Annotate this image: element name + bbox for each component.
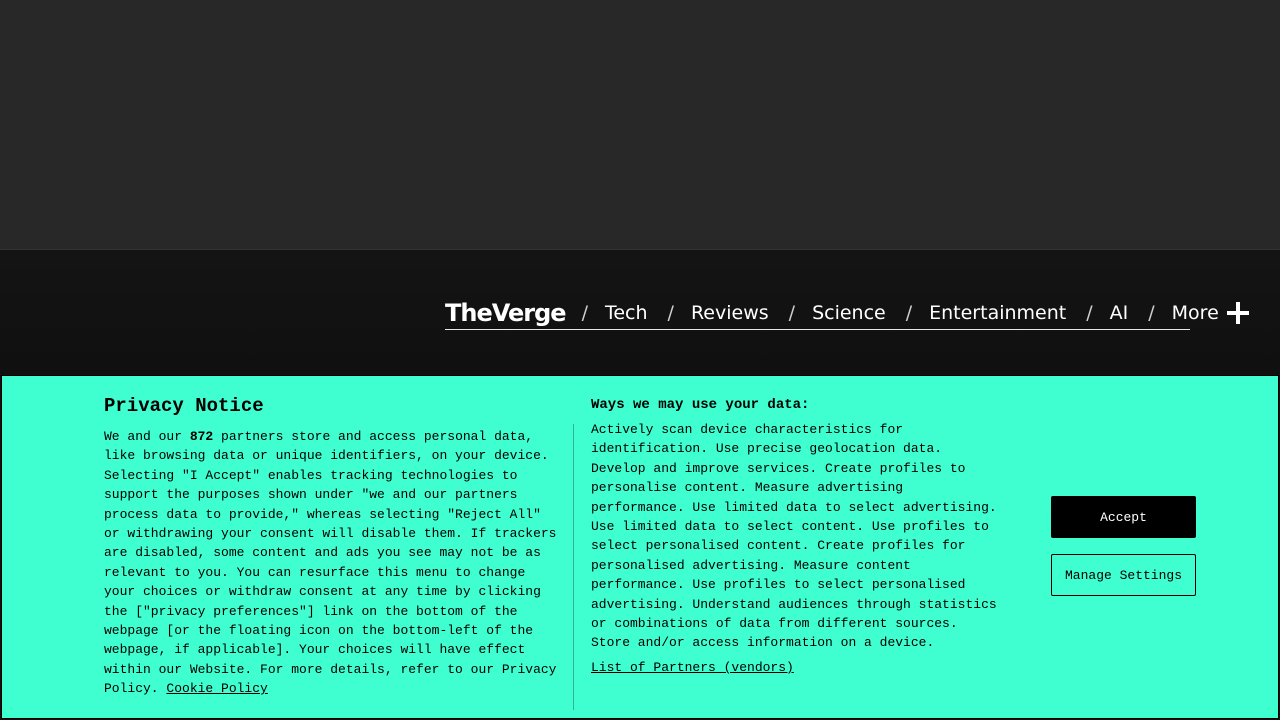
ad-placeholder — [0, 0, 1280, 250]
privacy-title: Privacy Notice — [104, 395, 264, 417]
nav-ai[interactable]: AI — [1110, 302, 1129, 324]
data-uses-column: Ways we may use your data: Actively scan… — [591, 395, 1011, 677]
data-uses-text: Actively scan device characteristics for… — [591, 422, 997, 651]
privacy-intro-after: partners store and access personal data,… — [104, 429, 557, 697]
partner-count: 872 — [189, 429, 214, 444]
nav-reviews[interactable]: Reviews — [691, 302, 769, 324]
nav-separator: / — [581, 301, 588, 324]
privacy-banner: Privacy Notice We and our 872 partners s… — [1, 375, 1279, 719]
nav-separator: / — [667, 301, 674, 324]
plus-icon — [1226, 301, 1249, 324]
cookie-policy-link[interactable]: Cookie Policy — [166, 681, 267, 696]
site-header: TheVerge / Tech / Reviews / Science / En… — [0, 250, 1280, 374]
privacy-body: We and our 872 partners store and access… — [104, 427, 564, 699]
partners-list-link[interactable]: List of Partners (vendors) — [591, 658, 1011, 677]
verge-logo[interactable]: TheVerge — [445, 299, 567, 327]
nav-entertainment[interactable]: Entertainment — [929, 302, 1066, 324]
data-uses-title: Ways we may use your data: — [591, 397, 810, 413]
column-divider — [573, 424, 574, 710]
nav-more-button[interactable]: More — [1171, 301, 1249, 324]
nav-tech[interactable]: Tech — [605, 302, 648, 324]
nav-more-label: More — [1171, 301, 1219, 324]
nav-separator: / — [1148, 301, 1155, 324]
nav-separator: / — [1086, 301, 1093, 324]
nav-separator: / — [788, 301, 796, 324]
main-nav: TheVerge / Tech / Reviews / Science / En… — [445, 296, 1249, 330]
nav-science[interactable]: Science — [812, 302, 886, 324]
nav-separator: / — [905, 301, 913, 324]
accept-button[interactable]: Accept — [1051, 496, 1196, 538]
privacy-notice-column: Privacy Notice We and our 872 partners s… — [104, 394, 564, 699]
manage-settings-button[interactable]: Manage Settings — [1051, 554, 1196, 596]
privacy-intro-before: We and our — [104, 429, 190, 444]
